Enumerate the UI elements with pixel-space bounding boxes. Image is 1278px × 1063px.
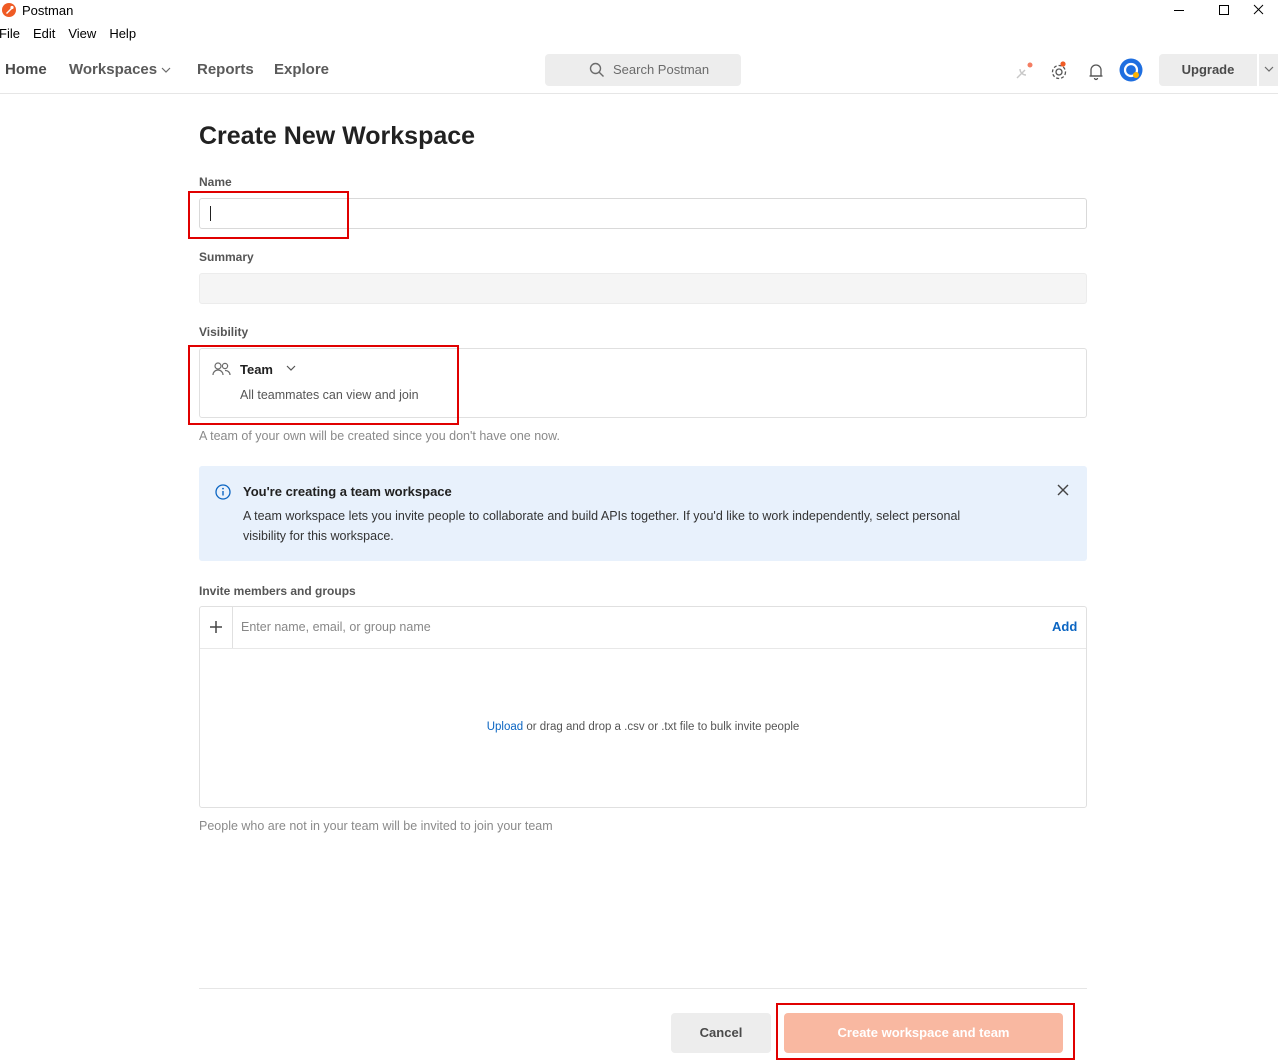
invite-input[interactable]: Enter name, email, or group name [241, 620, 431, 634]
app-header: Home Workspaces Reports Explore Search P… [0, 48, 1278, 94]
upgrade-button[interactable]: Upgrade [1159, 54, 1257, 86]
avatar[interactable] [1119, 58, 1143, 82]
info-icon [215, 484, 231, 500]
highlight-box [188, 191, 349, 239]
chevron-down-icon [161, 67, 171, 73]
gear-icon[interactable] [1048, 60, 1070, 82]
maximize-icon[interactable] [1201, 0, 1247, 22]
menu-view[interactable]: View [68, 26, 96, 44]
search-bar[interactable]: Search Postman [545, 54, 741, 86]
invite-hint: People who are not in your team will be … [199, 819, 553, 833]
nav-home[interactable]: Home [5, 61, 47, 78]
menu-help[interactable]: Help [109, 26, 136, 44]
plus-icon [210, 621, 222, 633]
team-hint: A team of your own will be created since… [199, 429, 560, 443]
visibility-label: Visibility [199, 325, 249, 339]
title-bar: Postman [0, 0, 1278, 22]
highlight-box [776, 1003, 1075, 1060]
nav-explore[interactable]: Explore [274, 61, 329, 78]
upgrade-dropdown-button[interactable] [1259, 54, 1278, 86]
postman-logo-icon [2, 3, 16, 17]
invite-add-button[interactable]: Add [1052, 619, 1077, 634]
highlight-box [188, 345, 459, 425]
menu-bar: File Edit View Help [0, 26, 149, 44]
search-icon [589, 62, 604, 77]
close-icon[interactable] [1055, 482, 1071, 498]
upload-link[interactable]: Upload [487, 721, 523, 733]
satellite-icon[interactable] [1013, 60, 1035, 82]
upload-text: or drag and drop a .csv or .txt file to … [523, 721, 800, 733]
menu-file[interactable]: File [0, 26, 20, 44]
name-label: Name [199, 175, 232, 189]
info-text: A team workspace lets you invite people … [243, 509, 961, 543]
divider [200, 648, 1086, 649]
menu-edit[interactable]: Edit [33, 26, 55, 44]
chevron-down-icon [1264, 66, 1274, 72]
invite-panel: Enter name, email, or group name Add Upl… [199, 606, 1087, 808]
window-title: Postman [22, 3, 74, 18]
page-title: Create New Workspace [199, 122, 476, 150]
info-title: You're creating a team workspace [243, 484, 452, 499]
summary-label: Summary [199, 250, 254, 264]
minimize-icon[interactable] [1156, 0, 1202, 22]
bell-icon[interactable] [1085, 60, 1107, 82]
search-placeholder: Search Postman [613, 62, 710, 77]
summary-input[interactable] [199, 273, 1087, 304]
nav-reports[interactable]: Reports [197, 61, 254, 78]
close-window-icon[interactable] [1247, 0, 1278, 22]
cancel-button[interactable]: Cancel [671, 1013, 771, 1053]
nav-workspaces[interactable]: Workspaces [69, 61, 171, 78]
upload-dropzone[interactable]: Upload or drag and drop a .csv or .txt f… [200, 721, 1086, 733]
info-banner: You're creating a team workspace A team … [199, 466, 1087, 561]
add-invite-button[interactable] [200, 607, 233, 648]
divider [199, 988, 1087, 989]
nav-workspaces-label: Workspaces [69, 61, 158, 78]
invite-label: Invite members and groups [199, 584, 356, 598]
